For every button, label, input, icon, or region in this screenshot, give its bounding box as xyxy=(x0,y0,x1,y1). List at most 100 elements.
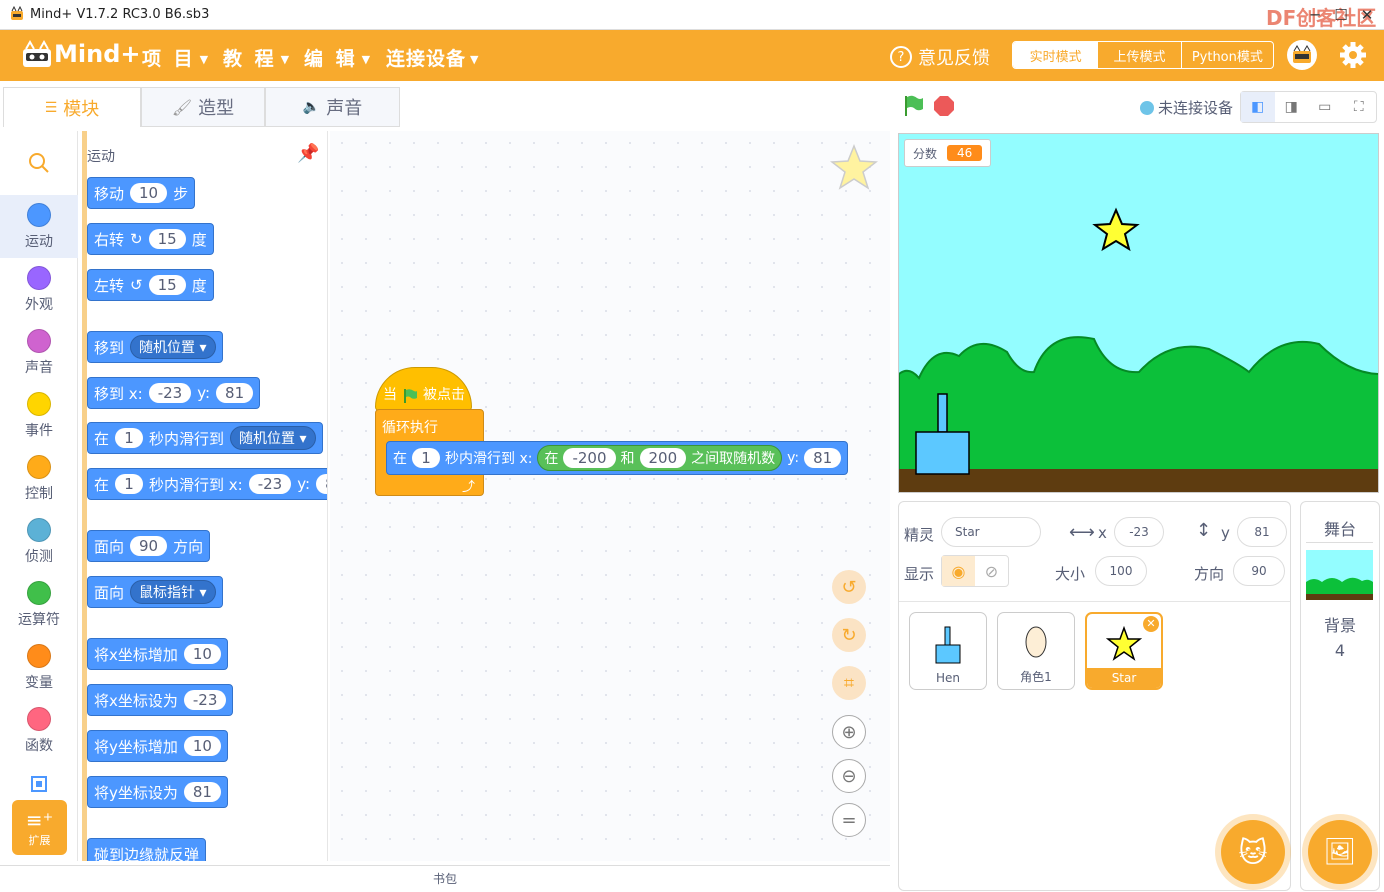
backdrop-thumbnail[interactable] xyxy=(1306,550,1373,600)
block-move-steps[interactable]: 移动 10 步 xyxy=(87,177,196,209)
tab-sounds[interactable]: 🔈 声音 xyxy=(265,87,400,127)
feedback-button[interactable]: ? 意见反馈 xyxy=(890,44,990,70)
logo-icon xyxy=(23,40,51,67)
size-label: 大小 xyxy=(1055,565,1086,583)
block-palette: 运动 📌 移动 10 步 右转 ↻ 15 度 左转 ↺ 15 度 移到 随机位置 ▾ 移到 x: -… xyxy=(82,131,328,861)
script-workspace[interactable]: 当 被点击 循环执行 ⤴ 在 1 秒内滑行到 x: 在 -200 和 200 之… xyxy=(330,131,890,861)
variables-dot xyxy=(27,643,51,668)
green-flag-icon xyxy=(404,389,417,403)
fullscreen-icon[interactable]: ⛶ xyxy=(1342,92,1376,122)
tab-costumes[interactable]: 🖌 造型 xyxy=(141,87,265,127)
motion-dot xyxy=(27,202,51,227)
operators-dot xyxy=(27,580,51,605)
realtime-mode-button[interactable]: 实时模式 xyxy=(1013,42,1099,68)
small-stage-icon[interactable]: ◧ xyxy=(1241,92,1275,122)
hide-stage-icon[interactable]: ▭ xyxy=(1308,92,1342,122)
undo-icon[interactable]: ↺ xyxy=(832,570,866,604)
show-eye-icon[interactable]: ◉ xyxy=(942,556,975,586)
upload-mode-button[interactable]: 上传模式 xyxy=(1098,42,1182,68)
category-sidebar: 运动 外观 声音 事件 控制 侦测 运算符 变量 函数 ≡⁺ 扩展 xyxy=(0,131,78,861)
direction-field[interactable]: 90 xyxy=(1233,556,1285,586)
menu-connect-device[interactable]: 连接设备 ▼ xyxy=(386,44,479,71)
robot-avatar-icon[interactable] xyxy=(1287,40,1317,70)
category-events[interactable]: 事件 xyxy=(0,384,78,447)
speaker-icon: 🔈 xyxy=(302,99,321,115)
stop-button[interactable] xyxy=(933,95,955,121)
vertical-arrow-icon: ↕ xyxy=(1196,520,1212,541)
device-status: 未连接设备 xyxy=(1140,97,1233,118)
add-sprite-button[interactable]: 🐱 xyxy=(1221,820,1285,884)
redo-icon[interactable]: ↻ xyxy=(832,618,866,652)
delete-sprite-icon[interactable]: ✕ xyxy=(1143,616,1159,632)
blocks-icon: ☰ xyxy=(44,99,58,116)
category-looks[interactable]: 外观 xyxy=(0,258,78,321)
block-change-y[interactable]: 将y坐标增加 10 xyxy=(87,730,228,762)
control-dot xyxy=(27,454,51,479)
block-point-direction[interactable]: 面向 90 方向 xyxy=(87,530,211,562)
category-sensing[interactable]: 侦测 xyxy=(0,510,78,573)
sprite-card-hen[interactable]: Hen xyxy=(909,612,987,690)
crop-icon[interactable]: ⌗ xyxy=(832,666,866,700)
block-set-y[interactable]: 将y坐标设为 81 xyxy=(87,776,228,808)
green-flag-button[interactable] xyxy=(902,94,926,122)
when-flag-clicked-hat[interactable]: 当 被点击 xyxy=(375,367,472,411)
events-dot xyxy=(27,391,51,416)
random-operator-block[interactable]: 在 -200 和 200 之间取随机数 xyxy=(537,445,783,471)
chip-icon[interactable] xyxy=(28,774,50,794)
block-bounce[interactable]: 碰到边缘就反弹 xyxy=(87,838,207,861)
sound-dot xyxy=(27,328,51,353)
sprite-card-star[interactable]: Star ✕ xyxy=(1085,612,1163,690)
block-glide-xy[interactable]: 在1秒内滑行到 x:-23y:81 xyxy=(87,468,327,500)
stage-canvas[interactable]: 分数 46 xyxy=(898,133,1379,493)
tab-blocks[interactable]: ☰ 模块 xyxy=(3,87,141,127)
sprite-card-role1[interactable]: 角色1 xyxy=(997,612,1075,690)
extension-button[interactable]: ≡⁺ 扩展 xyxy=(12,800,67,855)
mindplus-logo: Mind+ xyxy=(20,38,140,74)
block-glide-random-x[interactable]: 在 1 秒内滑行到 x: 在 -200 和 200 之间取随机数 y: 81 xyxy=(386,441,849,475)
zoom-reset-icon[interactable]: = xyxy=(832,803,866,837)
extension-icon: ≡⁺ xyxy=(25,807,54,832)
x-field[interactable]: -23 xyxy=(1114,517,1164,547)
status-dot-icon xyxy=(1140,100,1154,115)
normal-stage-icon[interactable]: ◨ xyxy=(1275,92,1309,122)
block-set-x[interactable]: 将x坐标设为 -23 xyxy=(87,684,234,716)
category-sound[interactable]: 声音 xyxy=(0,321,78,384)
loop-arrow-icon: ⤴ xyxy=(462,480,476,495)
pin-icon[interactable]: 📌 xyxy=(297,143,319,164)
close-button[interactable]: ✕ xyxy=(1352,4,1382,26)
egg-thumbnail xyxy=(1025,626,1047,658)
category-control[interactable]: 控制 xyxy=(0,447,78,510)
y-field[interactable]: 81 xyxy=(1237,517,1287,547)
stage-selector-panel[interactable]: 舞台 背景 4 🖼 xyxy=(1300,501,1380,891)
hide-eye-icon[interactable]: ⊘ xyxy=(975,556,1008,586)
block-point-towards[interactable]: 面向 鼠标指针 ▾ xyxy=(87,576,223,608)
category-motion[interactable]: 运动 xyxy=(0,195,78,258)
sprite-name-field[interactable]: Star xyxy=(941,517,1041,547)
block-goto[interactable]: 移到 随机位置 ▾ xyxy=(87,331,223,363)
cat-add-icon: 🐱 xyxy=(1238,835,1268,869)
zoom-out-icon[interactable]: ⊖ xyxy=(832,759,866,793)
block-turn-left[interactable]: 左转 ↺ 15 度 xyxy=(87,269,214,301)
rotate-left-icon: ↺ xyxy=(130,276,143,294)
block-turn-right[interactable]: 右转 ↻ 15 度 xyxy=(87,223,214,255)
menu-tutorial[interactable]: 教 程 ▼ xyxy=(223,44,292,71)
size-field[interactable]: 100 xyxy=(1095,556,1147,586)
menu-project[interactable]: 项 目 ▼ xyxy=(142,44,211,71)
search-category[interactable] xyxy=(0,131,78,195)
backpack-bar[interactable]: 书包 xyxy=(0,865,890,891)
zoom-in-icon[interactable]: ⊕ xyxy=(832,715,866,749)
block-goto-xy[interactable]: 移到 x: -23 y: 81 xyxy=(87,377,261,409)
add-backdrop-button[interactable]: 🖼 xyxy=(1308,820,1372,884)
block-change-x[interactable]: 将x坐标增加 10 xyxy=(87,638,228,670)
category-operators[interactable]: 运算符 xyxy=(0,573,78,636)
category-variables[interactable]: 变量 xyxy=(0,636,78,699)
category-functions[interactable]: 函数 xyxy=(0,699,78,762)
title-bar: Mind+ V1.7.2 RC3.0 B6.sb3 DF创客社区 ─ ☐ ✕ xyxy=(0,0,1384,30)
python-mode-button[interactable]: Python模式 xyxy=(1182,42,1273,68)
settings-gear-icon[interactable] xyxy=(1337,39,1369,71)
stage-scene xyxy=(899,207,1378,492)
y-label: y xyxy=(1221,524,1230,542)
menu-edit[interactable]: 编 辑 ▼ xyxy=(304,44,373,71)
sprite-label: 精灵 xyxy=(904,526,935,544)
block-glide-to[interactable]: 在 1 秒内滑行到 随机位置 ▾ xyxy=(87,422,323,454)
